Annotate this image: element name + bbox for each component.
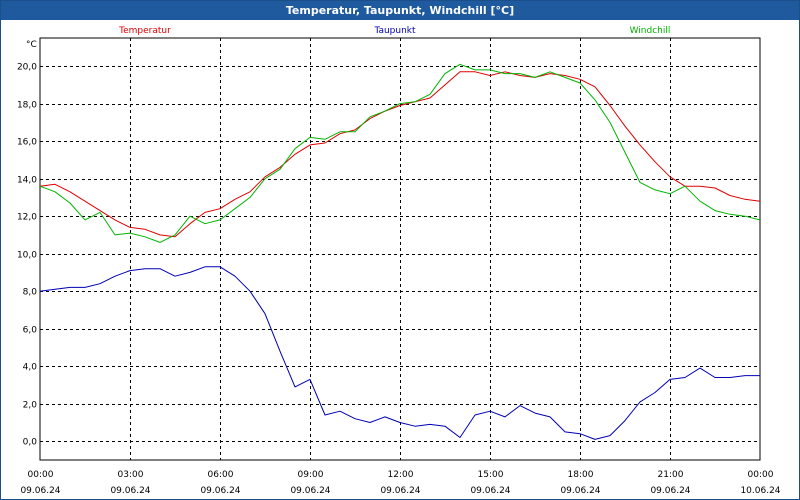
- legend-taupunkt: Taupunkt: [373, 26, 416, 36]
- y-tick-label: 6,0: [23, 326, 38, 336]
- x-tick-date: 09.06.24: [380, 486, 420, 496]
- y-tick-label: 8,0: [23, 288, 38, 298]
- legend-temperatur: Temperatur: [118, 26, 171, 36]
- y-tick-label: 12,0: [17, 213, 37, 223]
- legend: Temperatur Taupunkt Windchill: [118, 26, 670, 36]
- x-tick-date: 09.06.24: [560, 486, 600, 496]
- x-tick-time: 03:00: [118, 470, 144, 480]
- x-tick-time: 18:00: [568, 470, 594, 480]
- y-tick-label: 4,0: [23, 363, 38, 373]
- y-tick-label: 16,0: [17, 138, 37, 148]
- series-lines: [39, 63, 761, 440]
- x-tick-date: 09.06.24: [110, 486, 150, 496]
- x-tick-date: 09.06.24: [200, 486, 240, 496]
- y-tick-label: 18,0: [17, 101, 37, 111]
- y-tick-label: 2,0: [23, 401, 38, 411]
- axes: 20,0 18,0 16,0 14,0 12,0 10,0 8,0 6,0 4,0 2,0 0,0 °…: [17, 37, 781, 496]
- x-tick-time: 09:00: [298, 470, 324, 480]
- grid: [40, 38, 760, 460]
- x-tick-time: 00:00: [748, 470, 774, 480]
- x-tick-time: 15:00: [478, 470, 504, 480]
- x-tick-date: 09.06.24: [20, 486, 60, 496]
- x-tick-date: 09.06.24: [470, 486, 510, 496]
- x-tick-time: 00:00: [28, 470, 54, 480]
- x-tick-date: 10.06.24: [740, 486, 780, 496]
- x-tick-date: 09.06.24: [650, 486, 690, 496]
- x-tick-time: 21:00: [658, 470, 684, 480]
- y-tick-label: 14,0: [17, 176, 37, 186]
- y-tick-label: 10,0: [17, 251, 37, 261]
- y-axis-unit: °C: [26, 40, 37, 50]
- legend-windchill: Windchill: [630, 26, 671, 36]
- line-chart: 20,0 18,0 16,0 14,0 12,0 10,0 8,0 6,0 4,0 2,0 0,0 °…: [17, 26, 781, 496]
- y-tick-label: 0,0: [23, 438, 38, 448]
- x-tick-date: 09.06.24: [290, 486, 330, 496]
- x-tick-time: 12:00: [388, 470, 414, 480]
- x-tick-time: 06:00: [208, 470, 234, 480]
- y-tick-label: 20,0: [17, 63, 37, 73]
